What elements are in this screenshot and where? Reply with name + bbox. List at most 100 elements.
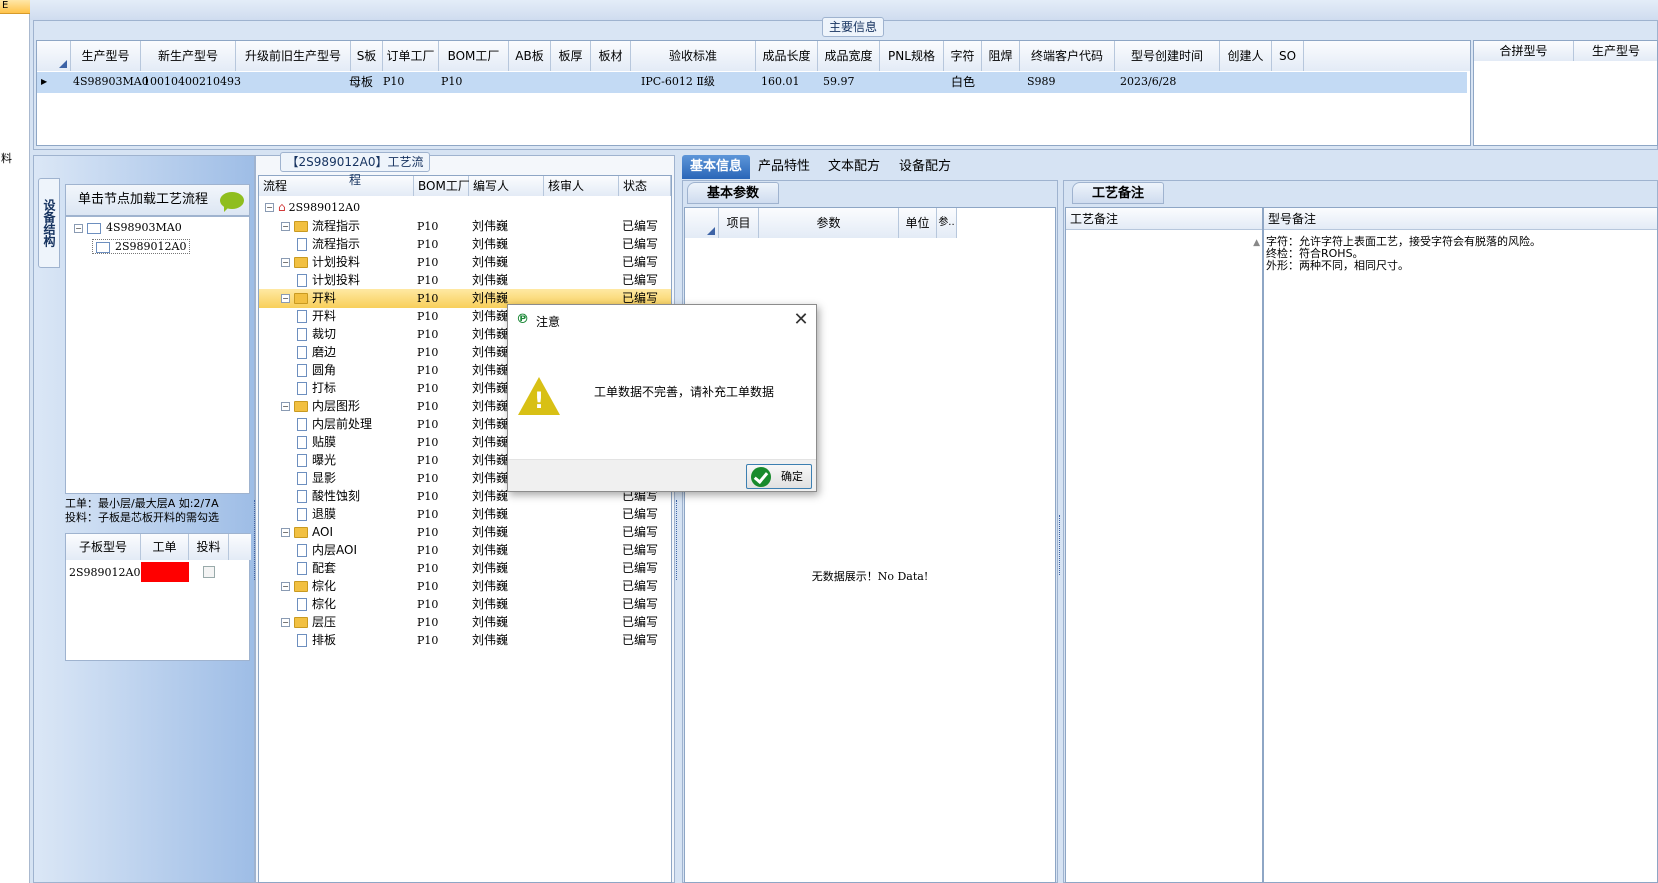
splitter-handle[interactable] xyxy=(1059,515,1062,575)
col-header[interactable]: 投料 xyxy=(189,534,229,560)
col-header[interactable]: 板材 xyxy=(591,41,631,71)
collapse-icon[interactable]: − xyxy=(281,528,290,537)
process-row[interactable]: 计划投料 P10 刘伟巍 已编写 xyxy=(259,271,671,290)
cell[interactable]: S989 xyxy=(1027,72,1056,92)
process-tree-grid[interactable]: 流程 BOM工厂 编写人 核审人 状态 − ⌂ 2S989012A0 − 流程指示 P1… xyxy=(258,175,672,883)
process-row[interactable]: − 流程指示 P10 刘伟巍 已编写 xyxy=(259,217,671,236)
collapse-icon[interactable]: − xyxy=(281,582,290,591)
col-header[interactable]: 子板型号 xyxy=(66,534,141,560)
cell[interactable]: P10 xyxy=(441,72,462,92)
ok-button[interactable]: 确定 xyxy=(746,464,812,489)
col-header[interactable]: 创建人 xyxy=(1220,41,1272,71)
bom-factory-cell: P10 xyxy=(417,220,439,233)
cell[interactable]: 2023/6/28 xyxy=(1120,72,1176,92)
col-header[interactable]: 成品长度 xyxy=(756,41,818,71)
tab-basic-info[interactable]: 基本信息 xyxy=(682,155,751,179)
col-header[interactable]: 核审人 xyxy=(544,176,619,196)
process-row[interactable]: − 棕化 P10 刘伟巍 已编写 xyxy=(259,577,671,596)
grid-corner[interactable] xyxy=(37,41,71,71)
collapse-icon[interactable]: − xyxy=(281,294,290,303)
collapse-icon[interactable]: − xyxy=(281,258,290,267)
cell[interactable]: 4S98903MA0 xyxy=(73,72,149,92)
col-header[interactable]: 字符 xyxy=(944,41,982,71)
dialog-titlebar[interactable]: ℗ 注意 ✕ xyxy=(508,305,816,337)
close-icon[interactable]: ✕ xyxy=(791,310,811,330)
col-header[interactable]: 工单 xyxy=(141,534,189,560)
col-header[interactable]: 编写人 xyxy=(469,176,544,196)
basic-params-tab[interactable]: 基本参数 xyxy=(687,182,779,204)
process-remark-field[interactable]: 工艺备注 ▲ xyxy=(1065,207,1263,883)
col-header[interactable]: BOM工厂 xyxy=(439,41,509,71)
cell[interactable]: 59.97 xyxy=(823,72,855,92)
process-row[interactable]: 棕化 P10 刘伟巍 已编写 xyxy=(259,595,671,614)
tab-equipment-recipe[interactable]: 设备配方 xyxy=(891,155,959,179)
model-remark-field[interactable]: 型号备注 字符：允许字符上表面工艺，接受字符会有脱落的风险。 终检：符合ROHS… xyxy=(1263,207,1658,883)
cell[interactable]: 10010400210493 xyxy=(143,72,241,92)
collapse-icon[interactable]: − xyxy=(265,203,274,212)
left-strip-active-item[interactable]: E xyxy=(0,0,30,14)
col-header[interactable]: PNL规格 xyxy=(880,41,944,71)
cell[interactable]: P10 xyxy=(383,72,404,92)
collapse-icon[interactable]: − xyxy=(74,223,83,233)
col-header[interactable]: BOM工厂 xyxy=(414,176,470,196)
splitter-handle[interactable] xyxy=(676,500,679,580)
col-header[interactable]: 生产型号 xyxy=(71,41,141,71)
merge-model-grid[interactable]: 合拼型号 生产型号 xyxy=(1473,40,1658,146)
cell[interactable]: IPC-6012 Ⅱ级 xyxy=(641,72,715,92)
sub-board-grid[interactable]: 子板型号 工单 投料 2S989012A0 xyxy=(65,533,251,661)
col-header[interactable]: 参数 xyxy=(759,208,899,238)
process-row[interactable]: 配套 P10 刘伟巍 已编写 xyxy=(259,559,671,578)
process-row[interactable]: − AOI P10 刘伟巍 已编写 xyxy=(259,523,671,542)
equipment-structure-tab[interactable]: 设备结构 xyxy=(38,178,60,268)
tab-product-features[interactable]: 产品特性 xyxy=(750,155,818,179)
col-header[interactable]: 终端客户代码 xyxy=(1020,41,1115,71)
col-header[interactable]: S板 xyxy=(351,41,383,71)
col-header[interactable]: SO xyxy=(1272,41,1304,71)
col-header[interactable]: 阻焊 xyxy=(982,41,1020,71)
col-header[interactable]: 流程 xyxy=(259,176,414,196)
col-header[interactable]: 项目 xyxy=(719,208,759,238)
process-row[interactable]: 退膜 P10 刘伟巍 已编写 xyxy=(259,505,671,524)
process-name-cell: − 开料 xyxy=(281,289,336,308)
col-header[interactable]: 单位 xyxy=(899,208,937,238)
process-row[interactable]: 内层AOI P10 刘伟巍 已编写 xyxy=(259,541,671,560)
scroll-up-icon[interactable]: ▲ xyxy=(1253,238,1260,248)
col-header[interactable]: 板厚 xyxy=(551,41,591,71)
table-row[interactable] xyxy=(37,72,1467,93)
feed-checkbox[interactable] xyxy=(203,566,215,578)
col-header[interactable]: 升级前旧生产型号 xyxy=(236,41,351,71)
equipment-tree[interactable]: − 4S98903MA0 2S989012A0 xyxy=(65,216,250,494)
col-header[interactable]: 状态 xyxy=(619,176,671,196)
cell[interactable]: 160.01 xyxy=(761,72,800,92)
col-header[interactable]: 生产型号 xyxy=(1574,41,1657,61)
cell[interactable]: 白色 xyxy=(951,72,975,92)
col-header[interactable]: 参.. xyxy=(937,208,957,238)
collapse-icon[interactable]: − xyxy=(281,222,290,231)
splitter-handle[interactable] xyxy=(254,500,257,580)
grid-corner[interactable] xyxy=(685,208,719,238)
col-header[interactable]: AB板 xyxy=(509,41,551,71)
collapse-icon[interactable]: − xyxy=(281,618,290,627)
col-header[interactable]: 合拼型号 xyxy=(1474,41,1574,61)
speech-bubble-icon[interactable] xyxy=(220,192,244,212)
col-header[interactable]: 成品宽度 xyxy=(818,41,880,71)
col-header[interactable]: 新生产型号 xyxy=(141,41,236,71)
col-header[interactable]: 验收标准 xyxy=(631,41,756,71)
work-order-cell[interactable] xyxy=(141,562,189,582)
tree-node-root[interactable]: − 4S98903MA0 xyxy=(74,221,182,234)
main-info-grid[interactable]: 生产型号 新生产型号 升级前旧生产型号 S板 订单工厂 BOM工厂 AB板 板厚… xyxy=(36,40,1471,146)
col-header[interactable]: 订单工厂 xyxy=(383,41,439,71)
tab-text-recipe[interactable]: 文本配方 xyxy=(820,155,888,179)
process-row[interactable]: 排板 P10 刘伟巍 已编写 xyxy=(259,631,671,650)
process-row[interactable]: − 计划投料 P10 刘伟巍 已编写 xyxy=(259,253,671,272)
tree-root[interactable]: − ⌂ 2S989012A0 xyxy=(259,198,671,217)
tree-node-child[interactable]: 2S989012A0 xyxy=(92,239,191,254)
process-row[interactable]: 流程指示 P10 刘伟巍 已编写 xyxy=(259,235,671,254)
sub-board-model[interactable]: 2S989012A0 xyxy=(69,564,140,582)
col-header-empty xyxy=(229,534,251,560)
process-remarks-tab[interactable]: 工艺备注 xyxy=(1072,182,1164,204)
collapse-icon[interactable]: − xyxy=(281,402,290,411)
col-header[interactable]: 型号创建时间 xyxy=(1115,41,1220,71)
cell[interactable]: 母板 xyxy=(349,72,373,92)
process-row[interactable]: − 层压 P10 刘伟巍 已编写 xyxy=(259,613,671,632)
